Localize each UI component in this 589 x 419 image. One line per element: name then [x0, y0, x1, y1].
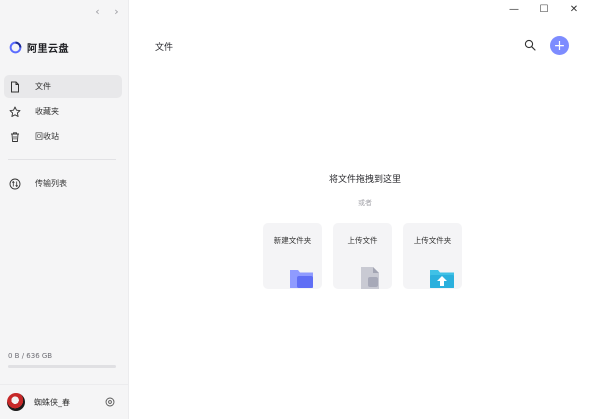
storage-usage: 0 B / 636 GB [8, 352, 116, 368]
sidebar-item-favorites[interactable]: 收藏夹 [4, 100, 122, 123]
trash-icon [9, 131, 21, 143]
close-button[interactable]: ✕ [559, 0, 589, 18]
sidebar-item-label: 收藏夹 [35, 107, 59, 116]
card-label: 上传文件 [347, 236, 378, 245]
transfer-icon [9, 178, 21, 190]
sidebar-item-files[interactable]: 文件 [4, 75, 122, 98]
user-name: 蜘蛛侠_春 [34, 397, 70, 407]
new-folder-icon [289, 266, 315, 290]
search-icon[interactable] [524, 39, 536, 51]
sidebar-item-transfer[interactable]: 传输列表 [4, 172, 122, 195]
file-icon [9, 81, 21, 93]
window-controls: — ☐ ✕ [499, 0, 589, 18]
upload-folder-icon [429, 266, 455, 290]
maximize-button[interactable]: ☐ [529, 0, 559, 18]
add-button[interactable]: + [550, 36, 569, 55]
new-folder-card[interactable]: 新建文件夹 [263, 223, 322, 289]
sidebar-menu: 文件 收藏夹 回收站 [4, 75, 122, 150]
storage-text: 0 B / 636 GB [8, 352, 53, 360]
dropzone-or: 或者 [358, 199, 372, 207]
upload-file-card[interactable]: 上传文件 [333, 223, 392, 289]
sidebar-divider [8, 159, 116, 160]
card-label: 上传文件夹 [413, 236, 452, 245]
card-label: 新建文件夹 [273, 236, 312, 245]
user-bar[interactable]: 蜘蛛侠_春 [0, 384, 129, 419]
forward-button[interactable]: › [112, 5, 121, 18]
storage-bar [8, 365, 116, 368]
sidebar-item-label: 回收站 [35, 132, 59, 141]
page-title: 文件 [155, 43, 174, 53]
minimize-button[interactable]: — [499, 0, 529, 18]
avatar[interactable] [7, 393, 25, 411]
upload-file-icon [359, 266, 385, 290]
sidebar-menu-secondary: 传输列表 [4, 172, 122, 197]
app-logo: 阿里云盘 [9, 40, 69, 55]
dropzone-title: 将文件拖拽到这里 [328, 175, 401, 185]
sidebar-item-trash[interactable]: 回收站 [4, 125, 122, 148]
sidebar: ‹ › 阿里云盘 文件 收藏夹 回收站 传输列表 0 B / 636 GB 蜘蛛… [0, 0, 129, 419]
settings-icon[interactable] [105, 397, 115, 407]
sidebar-item-label: 文件 [35, 82, 51, 91]
cloud-logo-icon [9, 41, 22, 54]
history-nav: ‹ › [93, 5, 121, 18]
upload-folder-card[interactable]: 上传文件夹 [403, 223, 462, 289]
back-button[interactable]: ‹ [93, 5, 102, 18]
sidebar-item-label: 传输列表 [35, 179, 67, 188]
app-name: 阿里云盘 [27, 44, 69, 55]
star-icon [9, 106, 21, 118]
